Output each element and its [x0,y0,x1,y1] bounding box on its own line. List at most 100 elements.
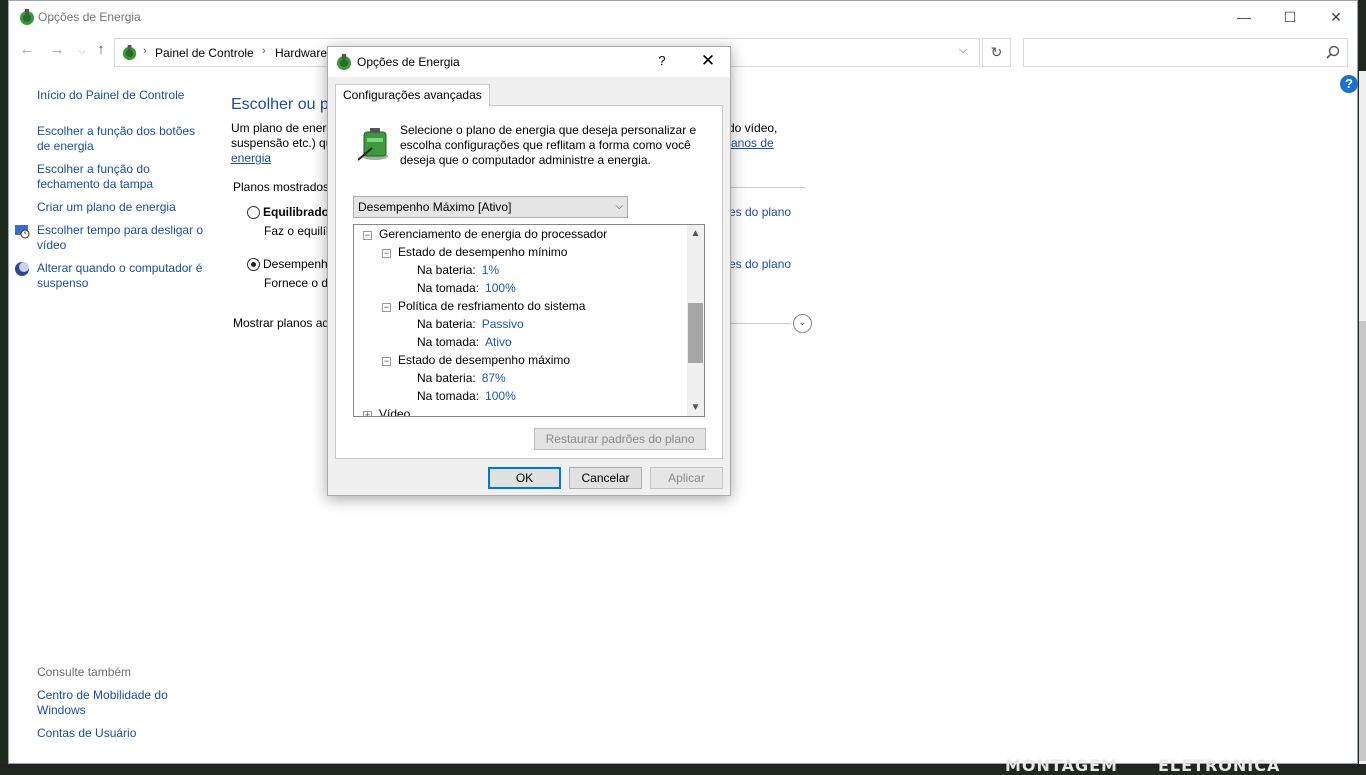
setting-value[interactable]: Passivo [482,317,524,331]
tree-item-max-state[interactable]: Estado de desempenho máximo [398,353,570,368]
window-title: Opções de Energia [38,10,141,24]
search-input[interactable] [1023,38,1348,67]
help-icon[interactable]: ? [1340,75,1358,93]
setting-label: Na bateria: [417,317,476,331]
page-title: Escolher ou pe [231,96,338,113]
recent-locations-button[interactable]: ⌵ [72,46,92,68]
plans-shown-label: Planos mostrados [233,180,330,194]
setting-value[interactable]: 87% [482,371,506,385]
divider [731,187,806,188]
scrollbar-thumb[interactable] [1359,321,1366,761]
link-power-buttons[interactable]: Escolher a função dos botões de energia [37,124,207,154]
dialog-description: Selecione o plano de energia que deseja … [400,123,697,167]
ok-button[interactable]: OK [488,467,561,489]
dialog-help-button[interactable]: ? [652,53,672,68]
plan-performance-radio[interactable] [247,258,260,271]
address-dropdown-icon[interactable]: ⌵ [953,44,973,62]
power-options-icon [20,9,34,25]
tree-setting-row[interactable]: Na tomada: 100% [417,389,516,404]
dialog-title-bar[interactable]: Opções de Energia ? ✕ [328,47,730,77]
apply-button[interactable]: Aplicar [650,467,723,489]
tree-setting-row[interactable]: Na bateria: 87% [417,371,506,386]
setting-value[interactable]: Ativo [485,335,512,349]
setting-value[interactable]: 100% [485,281,516,295]
power-options-dialog: Opções de Energia ? ✕ Configurações avan… [327,46,731,496]
scroll-down-icon[interactable]: ▼ [687,399,704,416]
setting-label: Na bateria: [417,371,476,385]
show-more-plans-label[interactable]: Mostrar planos ad [233,316,329,331]
link-create-plan[interactable]: Criar um plano de energia [37,200,207,215]
setting-label: Na tomada: [417,335,480,349]
tree-setting-row[interactable]: Na tomada: 100% [417,281,516,296]
tree-scrollbar[interactable]: ▲ ▼ [687,225,704,416]
plan-balanced-desc: Faz o equilíb [264,224,333,238]
link-lid-close[interactable]: Escolher a função do fechamento da tampa [37,162,207,192]
tree-setting-row[interactable]: Na tomada: Ativo [417,335,512,350]
expand-icon[interactable]: + [363,411,372,416]
maximize-button[interactable]: ☐ [1267,1,1313,33]
vertical-scrollbar[interactable] [1359,71,1366,765]
close-button[interactable]: ✕ [1313,1,1359,33]
plan-balanced-radio[interactable] [247,206,260,219]
settings-tree[interactable]: − Gerenciamento de energia do processado… [353,224,705,417]
intro-text: do vídeo, [728,121,778,135]
link-mobility-center[interactable]: Centro de Mobilidade do Windows [37,688,207,718]
title-bar[interactable]: Opções de Energia — ☐ ✕ [9,1,1357,33]
plan-balanced-settings-link[interactable]: es do plano [729,205,791,220]
tab-advanced-settings[interactable]: Configurações avançadas [335,84,490,106]
chevron-down-icon: ⌵ [615,201,623,212]
cancel-button[interactable]: Cancelar [569,467,642,489]
display-clock-icon [15,225,30,239]
setting-value[interactable]: 1% [482,263,499,277]
up-button[interactable]: ↑ [91,41,111,63]
tree-scrollbar-thumb[interactable] [688,303,703,363]
tree-item-min-state[interactable]: Estado de desempenho mínimo [398,245,567,260]
plan-performance-settings-link[interactable]: es do plano [729,257,791,272]
restore-defaults-button[interactable]: Restaurar padrões do plano [534,428,706,450]
advanced-settings-panel: Selecione o plano de energia que deseja … [335,105,723,459]
breadcrumb-control-panel[interactable]: Painel de Controle [155,46,254,60]
dialog-close-button[interactable]: ✕ [696,51,720,71]
plan-select-value: Desempenho Máximo [Ativo] [358,200,512,214]
collapse-icon[interactable]: − [382,357,391,366]
tree-group-video[interactable]: Vídeo [379,407,410,416]
link-sleep-settings[interactable]: Alterar quando o computador é suspenso [37,261,207,291]
setting-label: Na bateria: [417,263,476,277]
background-text: ELETRONICA [1158,756,1281,775]
plan-balanced-name: Equilibrado [263,205,329,219]
breadcrumb-separator: › [143,45,147,57]
tree-group-processor[interactable]: Gerenciamento de energia do processador [379,227,607,242]
see-also-heading: Consulte também [37,665,132,679]
plan-select[interactable]: Desempenho Máximo [Ativo] ⌵ [353,196,628,218]
tree-item-cooling[interactable]: Política de resfriamento do sistema [398,299,585,314]
intro-text: Um plano de energ [231,121,334,135]
collapse-icon[interactable]: − [382,249,391,258]
back-button[interactable]: ← [17,41,37,63]
breadcrumb-separator: › [262,45,266,57]
setting-value[interactable]: 100% [485,389,516,403]
intro-text: suspensão etc.) qu [231,136,333,150]
tree-setting-row[interactable]: Na bateria: 1% [417,263,499,278]
collapse-icon[interactable]: − [363,231,372,240]
battery-icon [358,128,388,161]
link-control-panel-home[interactable]: Início do Painel de Controle [37,88,207,103]
breadcrumb-hardware[interactable]: Hardware [275,46,327,60]
setting-label: Na tomada: [417,281,480,295]
expand-chevron-icon[interactable]: ⌄ [793,314,812,333]
intro-link[interactable]: anos de [731,136,774,151]
control-panel-icon [122,44,137,61]
link-display-off-time[interactable]: Escolher tempo para desligar o vídeo [37,223,207,253]
setting-label: Na tomada: [417,389,480,403]
moon-icon [15,262,29,276]
collapse-icon[interactable]: − [382,303,391,312]
link-user-accounts[interactable]: Contas de Usuário [37,726,207,741]
forward-button[interactable]: → [47,41,67,63]
search-icon[interactable] [1326,45,1340,59]
minimize-button[interactable]: — [1221,1,1267,33]
plan-performance-name: Desempenh [263,257,328,271]
tree-setting-row[interactable]: Na bateria: Passivo [417,317,524,332]
intro-link[interactable]: energia [231,151,271,166]
power-options-icon [337,54,351,70]
refresh-button[interactable]: ↻ [982,38,1011,67]
scroll-up-icon[interactable]: ▲ [687,225,704,242]
